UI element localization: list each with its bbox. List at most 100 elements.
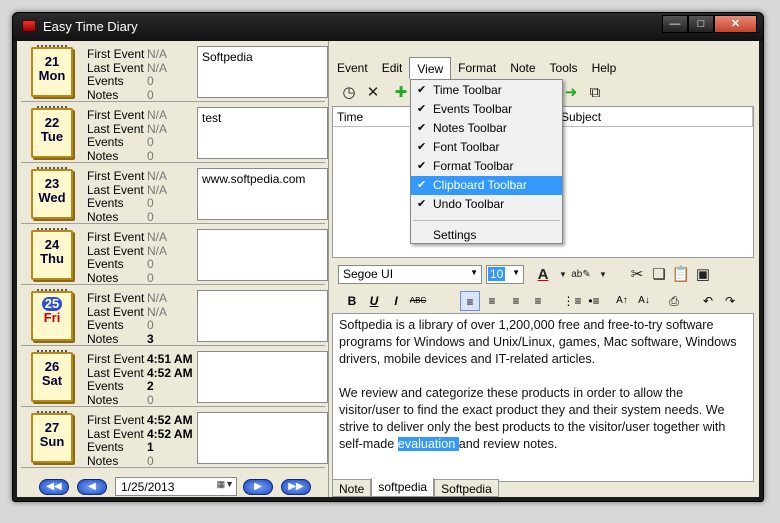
calendar-rings [37, 289, 67, 294]
align-center-icon[interactable]: ≡ [482, 291, 502, 311]
day-row[interactable]: 25 Fri First Event N/A Last Event N/A Events 0 N… [21, 287, 328, 346]
stat-value: 0 [147, 87, 154, 102]
tab-softpedia[interactable]: Softpedia [434, 479, 499, 497]
day-note-preview[interactable] [197, 351, 328, 403]
fast-forward-icon[interactable]: ▶▶ [281, 479, 311, 495]
print-icon[interactable]: ⎙ [664, 291, 684, 311]
diary-app-icon[interactable] [22, 20, 36, 32]
menu-item-undo-toolbar[interactable]: ✔ Undo Toolbar [411, 195, 562, 214]
day-row[interactable]: 24 Thu First Event N/A Last Event N/A Events 0 N… [21, 226, 328, 286]
bullet-list-icon[interactable]: •≡ [584, 291, 604, 311]
align-right-icon[interactable]: ≡ [506, 291, 526, 311]
menu-item-format-toolbar[interactable]: ✔ Format Toolbar [411, 157, 562, 176]
font-family-select[interactable]: Segoe UI ▼ [338, 265, 482, 284]
paste-icon[interactable]: 📋 [670, 264, 692, 286]
grow-font-icon[interactable]: A↑ [612, 291, 632, 311]
calendar-dropdown-icon[interactable]: ▦▼ [217, 479, 234, 490]
stat-value: 1 [147, 440, 154, 454]
open-window-icon[interactable]: ⧉ [584, 82, 606, 104]
tab-note[interactable]: Note [332, 479, 372, 497]
checkmark-icon: ✔ [417, 103, 427, 115]
calendar-page-icon[interactable]: 22 Tue [31, 106, 73, 158]
close-button[interactable]: ✕ [714, 15, 757, 33]
insert-picture-icon[interactable]: ▣ [692, 264, 714, 286]
menu-item-settings[interactable]: Settings [411, 226, 562, 245]
day-row[interactable]: 22 Tue First Event N/A Last Event N/A Events 0 N… [21, 104, 328, 163]
font-size-select[interactable]: 10 ▼ [486, 265, 524, 284]
note-editor[interactable]: Softpedia is a library of over 1,200,000… [332, 313, 754, 482]
font-color-icon[interactable]: A [532, 264, 554, 286]
calendar-page-icon[interactable]: 25 Fri [31, 289, 73, 341]
forward-icon[interactable]: ▶ [243, 479, 273, 495]
menu-item-label: Clipboard Toolbar [433, 178, 527, 192]
rewind-icon[interactable]: ◀◀ [39, 479, 69, 495]
menu-item-time-toolbar[interactable]: ✔ Time Toolbar [411, 81, 562, 100]
menu-item-notes-toolbar[interactable]: ✔ Notes Toolbar [411, 119, 562, 138]
menu-format[interactable]: Format [451, 57, 503, 79]
delete-icon[interactable]: ✕ [362, 82, 384, 104]
day-stats: First Event N/A Last Event N/A Events 0 Notes 0 [87, 169, 197, 224]
calendar-page-icon[interactable]: 26 Sat [31, 350, 73, 402]
shrink-font-icon[interactable]: A↓ [634, 291, 654, 311]
stat-value: 4:52 AM [147, 426, 193, 441]
menu-tools[interactable]: Tools [543, 57, 585, 79]
stat-value: N/A [147, 169, 168, 183]
day-row[interactable]: 26 Sat First Event 4:51 AM Last Event 4:52 AM… [21, 348, 328, 407]
menu-note[interactable]: Note [503, 57, 542, 79]
day-note-preview[interactable]: Softpedia [197, 46, 328, 98]
minimize-button[interactable]: — [662, 15, 688, 33]
highlight-icon[interactable]: ab✎ [570, 264, 592, 286]
calendar-page-icon[interactable]: 23 Wed [31, 167, 73, 219]
title-bar[interactable]: Easy Time Diary — □ ✕ [13, 13, 763, 41]
stat-label: Notes [87, 453, 119, 468]
menu-edit[interactable]: Edit [375, 57, 410, 79]
stat-notes: Notes 0 [87, 271, 197, 286]
cut-icon[interactable]: ✂ [626, 264, 648, 286]
menu-event[interactable]: Event [330, 57, 375, 79]
stat-value: N/A [147, 47, 168, 61]
stat-value: 4:51 AM [147, 352, 193, 366]
day-row[interactable]: 23 Wed First Event N/A Last Event N/A Events 0 N… [21, 165, 328, 224]
redo-icon[interactable]: ↷ [720, 291, 740, 311]
menu-item-events-toolbar[interactable]: ✔ Events Toolbar [411, 100, 562, 119]
column-header-subject[interactable]: Subject [557, 107, 753, 127]
menu-view[interactable]: View [409, 57, 452, 79]
export-icon[interactable]: ➜ [560, 82, 582, 104]
day-of-week: Sat [41, 373, 63, 388]
calendar-page-icon[interactable]: 21 Mon [31, 45, 73, 97]
day-note-preview[interactable] [197, 412, 328, 464]
italic-icon[interactable]: I [386, 291, 406, 311]
copy-icon[interactable]: ❏ [648, 264, 670, 286]
day-detail-panel: Event Edit View Format Note Tools Help ◷… [330, 41, 759, 497]
day-note-preview[interactable]: www.softpedia.com [197, 168, 328, 220]
menu-item-clipboard-toolbar[interactable]: ✔ Clipboard Toolbar [411, 176, 562, 195]
day-row[interactable]: 21 Mon First Event N/A Last Event N/A Events 0 N… [21, 43, 328, 102]
back-icon[interactable]: ◀ [77, 479, 107, 495]
align-left-icon[interactable]: ≡ [460, 291, 480, 311]
stat-label: Last Event [87, 60, 144, 75]
tab-softpedia-lower[interactable]: softpedia [371, 478, 435, 497]
maximize-button[interactable]: □ [688, 15, 714, 33]
stat-last: Last Event N/A [87, 305, 197, 320]
strikethrough-icon[interactable]: ABC [408, 291, 428, 311]
client-area: 21 Mon First Event N/A Last Event N/A Events 0 N… [17, 41, 759, 497]
bold-icon[interactable]: B [342, 291, 362, 311]
date-picker[interactable]: 1/25/2013 ▦▼ [115, 477, 237, 496]
window-title: Easy Time Diary [43, 19, 138, 34]
menu-item-font-toolbar[interactable]: ✔ Font Toolbar [411, 138, 562, 157]
chevron-down-icon[interactable]: ▼ [592, 264, 614, 286]
day-note-preview[interactable]: test [197, 107, 328, 159]
numbered-list-icon[interactable]: ⋮≡ [562, 291, 582, 311]
underline-icon[interactable]: U [364, 291, 384, 311]
calendar-page-icon[interactable]: 24 Thu [31, 228, 73, 280]
day-of-week: Sun [39, 434, 65, 449]
justify-icon[interactable]: ≡ [528, 291, 548, 311]
alarm-clock-icon[interactable]: ◷ [338, 82, 360, 104]
menu-help[interactable]: Help [585, 57, 624, 79]
calendar-page-icon[interactable]: 27 Sun [31, 411, 73, 463]
day-note-preview[interactable] [197, 229, 328, 281]
undo-icon[interactable]: ↶ [698, 291, 718, 311]
day-row[interactable]: 27 Sun First Event 4:52 AM Last Event 4:52 AM… [21, 409, 328, 468]
add-icon[interactable]: ✚ [390, 82, 412, 104]
day-note-preview[interactable] [197, 290, 328, 342]
